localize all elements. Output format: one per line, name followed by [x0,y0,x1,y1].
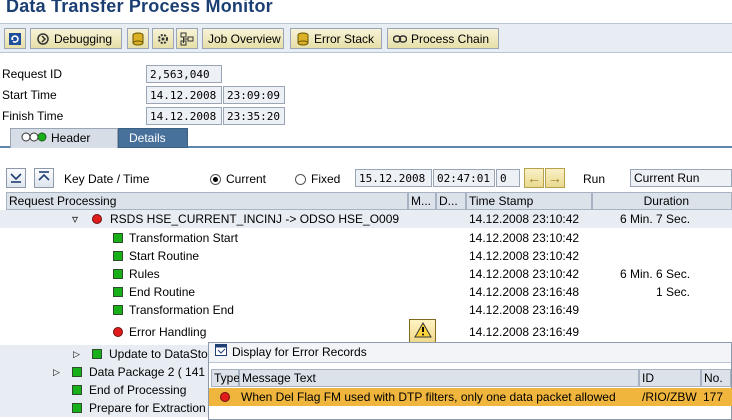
finish-time-field[interactable]: 23:35:20 [223,107,285,125]
settings-button[interactable] [152,28,174,49]
refresh-button[interactable] [4,28,26,49]
database-icon [131,32,145,46]
column-time-stamp[interactable]: Time Stamp [466,192,592,210]
key-date-field[interactable]: 15.12.2008 [355,169,432,187]
settings-icon [156,32,170,46]
status-green-icon [113,305,123,315]
expand-icon [9,170,23,187]
status-green-icon [92,349,102,359]
counter-field[interactable]: 0 [496,169,520,187]
column-duration[interactable]: Duration [592,192,732,210]
next-button[interactable]: → [545,168,565,188]
tab-details[interactable]: Details [118,128,188,148]
error-records-button[interactable] [409,319,436,343]
column-type[interactable]: Type [211,369,240,387]
error-records-popup[interactable]: Display for Error Records Type Message T… [208,342,732,420]
finish-time-label: Finish Time [2,109,64,123]
column-request-processing[interactable]: Request Processing [6,192,408,210]
popup-title-bar[interactable]: Display for Error Records [209,343,731,363]
status-red-icon [113,327,123,337]
database-button[interactable] [127,28,149,49]
gear-icon [36,32,50,46]
title-bar: Data Transfer Process Monitor [0,0,732,22]
status-green-icon [72,385,82,395]
current-radio-option[interactable]: Current [210,172,266,186]
expand-node-icon[interactable]: ▷ [53,363,60,381]
tabstrip: Header Details [0,128,732,148]
collapse-all-button[interactable] [34,168,54,188]
finish-date-field[interactable]: 14.12.2008 [146,107,222,125]
job-overview-button[interactable]: Job Overview [202,28,284,49]
column-id[interactable]: ID [639,369,701,387]
status-green-icon [113,233,123,243]
request-id-label: Request ID [2,67,63,81]
status-green-icon [113,251,123,261]
debugging-button[interactable]: Debugging [30,28,122,49]
status-red-icon [92,214,102,224]
fixed-radio-option[interactable]: Fixed [295,172,340,186]
column-no[interactable]: No. [701,369,731,387]
key-date-label: Key Date / Time [64,172,150,186]
key-time-field[interactable]: 02:47:01 [433,169,495,187]
fixed-radio[interactable] [295,173,306,185]
database-icon [296,32,310,46]
run-label: Run [583,172,606,186]
error-record-row[interactable]: When Del Flag FM used with DTP filters, … [209,388,732,406]
previous-button[interactable]: ← [524,168,544,188]
refresh-icon [8,32,22,46]
chain-icon [393,32,407,46]
tab-header[interactable]: Header [10,128,118,148]
collapse-icon [37,170,51,187]
status-green-icon [72,403,82,413]
collapse-node-icon[interactable]: ▿ [72,210,78,228]
table-row[interactable]: Error Handling 14.12.2008 23:16:49 [0,323,732,341]
run-selector[interactable]: Current Run [630,169,732,187]
process-chain-button[interactable]: Process Chain [387,28,499,49]
application-toolbar: Debugging Job Overview Error Stack Proce… [0,23,732,53]
popup-title: Display for Error Records [232,345,367,359]
table-row[interactable]: Transformation End 14.12.2008 23:16:49 [0,301,732,319]
column-message-text[interactable]: Message Text [239,369,639,387]
warning-icon [413,321,432,341]
hierarchy-icon [180,32,194,46]
table-row[interactable]: Start Routine 14.12.2008 23:10:42 [0,247,732,265]
arrow-left-icon: ← [527,170,541,186]
start-time-field[interactable]: 23:09:09 [223,86,285,104]
arrow-right-icon: → [548,170,562,186]
table-row[interactable]: Rules 14.12.2008 23:10:42 6 Min. 6 Sec. [0,265,732,283]
column-d[interactable]: D... [436,192,466,210]
table-row[interactable]: ▿ RSDS HSE_CURRENT_INCINJ -> ODSO HSE_O0… [0,210,732,228]
status-green-icon [113,287,123,297]
start-time-label: Start Time [2,88,57,102]
request-id-field[interactable]: 2,563,040 [146,65,222,83]
error-stack-button[interactable]: Error Stack [290,28,382,49]
column-m[interactable]: M... [408,192,436,210]
table-row[interactable]: Transformation Start 14.12.2008 23:10:42 [0,229,732,247]
window-icon [215,343,227,362]
table-row[interactable]: End Routine 14.12.2008 23:16:48 1 Sec. [0,283,732,301]
status-lights-icon [21,129,47,148]
status-green-icon [113,269,123,279]
expand-all-button[interactable] [6,168,26,188]
start-date-field[interactable]: 14.12.2008 [146,86,222,104]
status-green-icon [72,367,82,377]
expand-node-icon[interactable]: ▷ [73,345,80,363]
hierarchy-button[interactable] [176,28,198,49]
current-radio[interactable] [210,173,221,185]
error-status-icon [220,392,230,402]
window-title: Data Transfer Process Monitor [6,0,273,16]
